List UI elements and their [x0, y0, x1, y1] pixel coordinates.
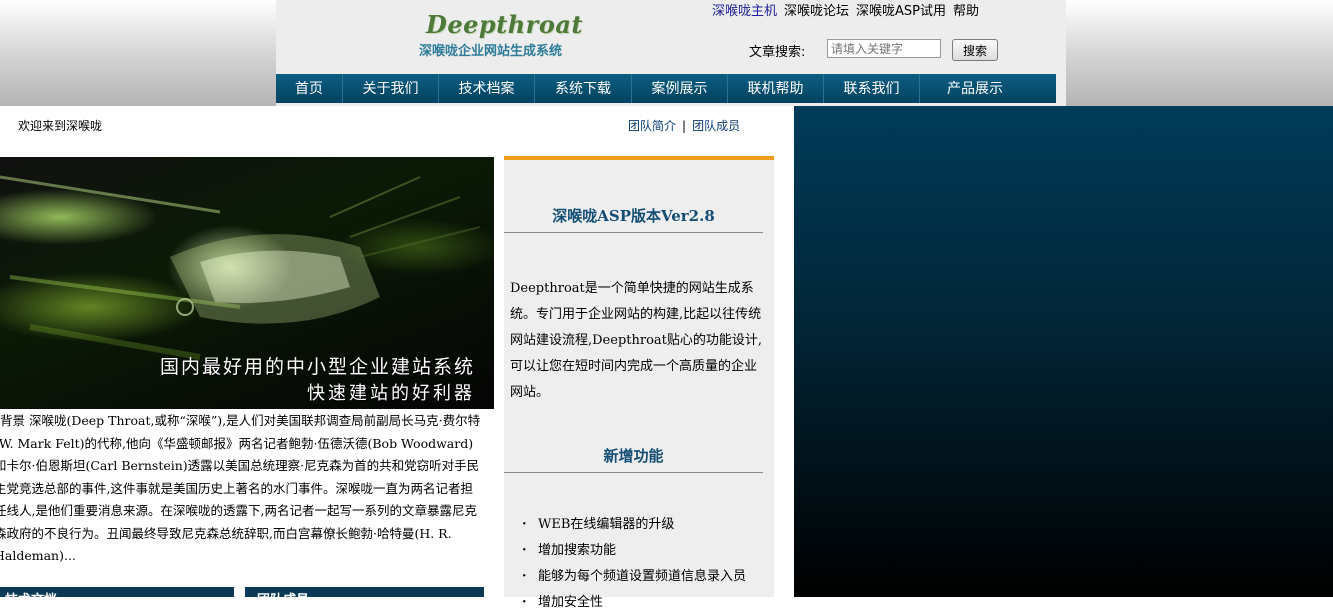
- site-logo[interactable]: Deepthroat: [426, 10, 583, 39]
- list-item: 增加安全性: [522, 590, 746, 616]
- section-header-tech-docs: 技术文档: [0, 587, 234, 597]
- top-link-forum[interactable]: 深喉咙论坛: [784, 4, 849, 19]
- team-links: 团队简介 | 团队成员: [628, 117, 740, 134]
- divider: [504, 232, 763, 233]
- feature-list: WEB在线编辑器的升级 增加搜索功能 能够为每个频道设置频道信息录入员 增加安全…: [522, 512, 746, 616]
- nav-item-products[interactable]: 产品展示: [920, 74, 1056, 103]
- list-item: 能够为每个频道设置频道信息录入员: [522, 564, 746, 590]
- team-intro-link[interactable]: 团队简介: [628, 119, 676, 133]
- nav-item-contact[interactable]: 联系我们: [824, 74, 920, 103]
- top-link-host[interactable]: 深喉咙主机: [712, 4, 777, 19]
- link-separator: |: [682, 119, 687, 133]
- nav-item-tech-archive[interactable]: 技术档案: [439, 74, 535, 103]
- sidebar-description: Deepthroat是一个简单快捷的网站生成系统。专门用于企业网站的构建,比起以…: [510, 281, 763, 400]
- team-members-link[interactable]: 团队成员: [692, 119, 740, 133]
- site-logo-subtitle: 深喉咙企业网站生成系统: [419, 44, 563, 59]
- page-background-right: [1066, 0, 1333, 106]
- page-background-left: [0, 0, 276, 106]
- list-item: WEB在线编辑器的升级: [522, 512, 746, 538]
- article-excerpt: 背景 深喉咙(Deep Throat,或称“深喉”),是人们对美国联邦调查局前副…: [0, 413, 481, 563]
- top-link-help[interactable]: 帮助: [953, 4, 979, 19]
- nav-item-online-help[interactable]: 联机帮助: [728, 74, 824, 103]
- nav-item-download[interactable]: 系统下载: [535, 74, 632, 103]
- top-link-asp-trial[interactable]: 深喉咙ASP试用: [856, 4, 946, 19]
- section-title-tech-docs[interactable]: 技术文档: [5, 589, 57, 597]
- section-header-team-members: 团队成员: [245, 587, 484, 597]
- right-dark-panel: [794, 106, 1333, 597]
- sidebar-title-version: 深喉咙ASP版本Ver2.8: [552, 207, 715, 225]
- main-nav: 首页 关于我们 技术档案 系统下载 案例展示 联机帮助 联系我们 产品展示: [276, 74, 1056, 103]
- sidebar-title-new-features: 新增功能: [603, 447, 664, 465]
- top-links: 深喉咙主机 深喉咙论坛 深喉咙ASP试用 帮助: [712, 0, 986, 19]
- sidebar-info: 深喉咙ASP版本Ver2.8 Deepthroat是一个简单快捷的网站生成系统。…: [504, 156, 774, 610]
- divider: [504, 472, 763, 473]
- banner-headline: 国内最好用的中小型企业建站系统: [160, 356, 476, 378]
- nav-item-home[interactable]: 首页: [276, 74, 343, 103]
- banner-image: 国内最好用的中小型企业建站系统 快速建站的好利器: [0, 157, 494, 409]
- nav-item-about[interactable]: 关于我们: [343, 74, 439, 103]
- section-title-team-members[interactable]: 团队成员: [257, 589, 309, 597]
- search-input[interactable]: [827, 39, 941, 58]
- nav-item-cases[interactable]: 案例展示: [632, 74, 728, 103]
- search-button[interactable]: 搜索: [952, 39, 998, 61]
- banner-subheadline: 快速建站的好利器: [307, 383, 475, 404]
- search-label: 文章搜索:: [749, 45, 806, 60]
- welcome-text: 欢迎来到深喉咙: [18, 119, 103, 133]
- list-item: 增加搜索功能: [522, 538, 746, 564]
